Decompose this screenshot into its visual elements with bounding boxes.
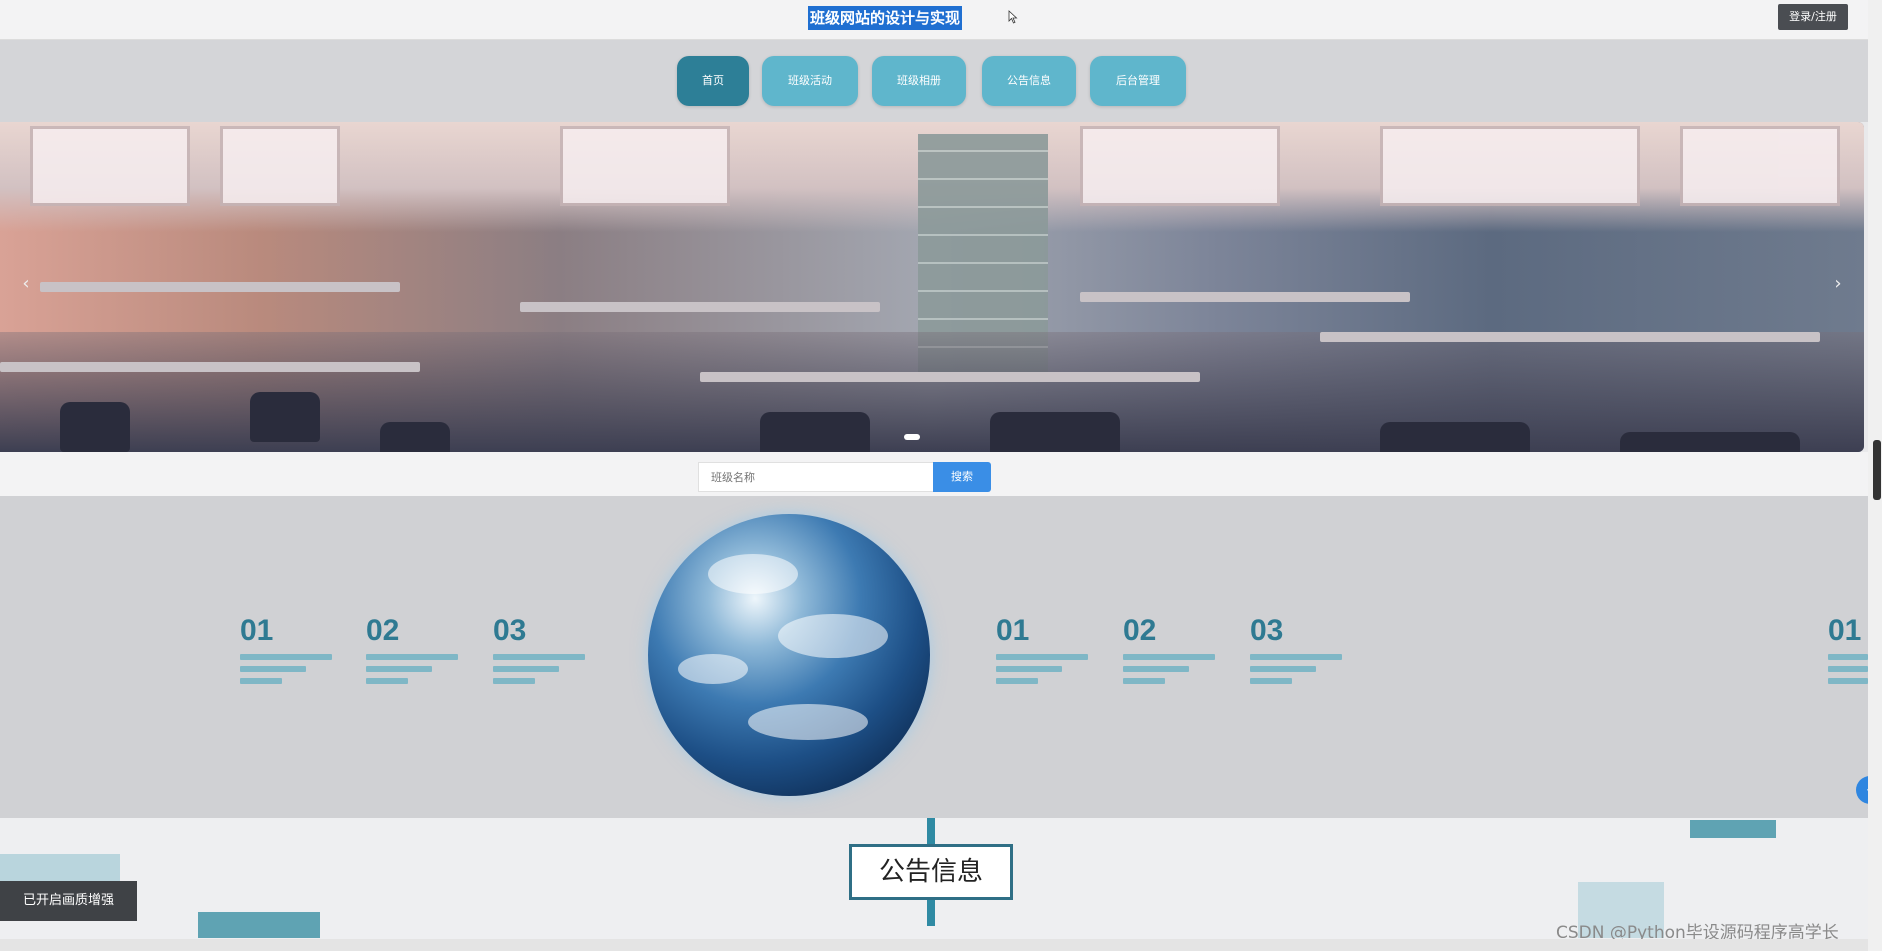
stat-line: [1123, 654, 1215, 660]
globe-cloud: [678, 654, 748, 684]
stat-line: [1250, 666, 1316, 672]
page: 班级网站的设计与实现 登录/注册 首页 班级活动 班级相册 公告信息 后台管理: [0, 0, 1882, 951]
banner-chair: [760, 412, 870, 452]
stat-line: [1250, 678, 1292, 684]
stat-item: 01: [1828, 614, 1868, 684]
decorative-block: [198, 912, 320, 938]
horizontal-scrollbar[interactable]: [0, 939, 1868, 951]
stat-number: 03: [493, 614, 527, 647]
stat-line: [1828, 666, 1868, 672]
stat-number: 01: [996, 614, 1030, 647]
banner-desk: [1320, 332, 1820, 342]
stat-line: [493, 666, 559, 672]
nav-item-class-activities[interactable]: 班级活动: [762, 56, 858, 106]
banner-window: [1380, 126, 1640, 206]
banner-chair: [380, 422, 450, 452]
stat-line: [996, 654, 1088, 660]
stat-number: 01: [240, 614, 274, 647]
stat-item: 03: [493, 614, 593, 684]
stat-number: 02: [366, 614, 400, 647]
banner-desk: [40, 282, 400, 292]
banner-window: [560, 126, 730, 206]
chevron-left-icon[interactable]: ‹: [16, 272, 36, 296]
stat-line: [366, 654, 458, 660]
nav-item-class-album[interactable]: 班级相册: [872, 56, 966, 106]
site-title: 班级网站的设计与实现: [808, 6, 963, 30]
banner-desk: [0, 362, 420, 372]
globe-image: [648, 514, 930, 796]
stat-line: [1123, 678, 1165, 684]
search-button[interactable]: 搜索: [933, 462, 991, 492]
stat-line: [493, 654, 585, 660]
carousel-indicator[interactable]: [904, 434, 920, 440]
stat-line: [996, 678, 1038, 684]
banner-window: [1680, 126, 1840, 206]
stat-number: 02: [1123, 614, 1157, 647]
main-nav: 首页 班级活动 班级相册 公告信息 后台管理: [0, 40, 1868, 122]
stat-line: [366, 666, 432, 672]
banner-chair: [1380, 422, 1530, 452]
stat-item: 02: [1123, 614, 1223, 684]
banner-desk: [700, 372, 1200, 382]
banner-desk: [520, 302, 880, 312]
banner-chair: [990, 412, 1120, 452]
stat-item: 01: [996, 614, 1096, 684]
stat-item: 03: [1250, 614, 1350, 684]
globe-cloud: [748, 704, 868, 740]
globe-cloud: [778, 614, 888, 658]
stat-line: [1828, 654, 1868, 660]
stat-line: [1250, 654, 1342, 660]
stat-line: [240, 666, 306, 672]
stat-number: 01: [1828, 614, 1862, 647]
stat-item: 01: [240, 614, 340, 684]
quality-enhance-badge: 已开启画质增强: [0, 881, 137, 921]
banner-chair: [60, 402, 130, 452]
scrollbar-thumb[interactable]: [1873, 440, 1881, 500]
banner-window: [30, 126, 190, 206]
search-bar: 搜索: [0, 452, 1868, 496]
mouse-cursor-icon: [1008, 10, 1018, 24]
stat-item: 02: [366, 614, 466, 684]
stat-line: [996, 666, 1062, 672]
banner-window: [1080, 126, 1280, 206]
notice-section-title: 公告信息: [849, 844, 1013, 900]
feature-section: 01 02 03 01 02 03 01: [0, 496, 1868, 818]
decorative-block: [1690, 820, 1776, 838]
stat-number: 03: [1250, 614, 1284, 647]
globe-cloud: [708, 554, 798, 594]
stat-line: [240, 678, 282, 684]
stat-line: [366, 678, 408, 684]
banner-window: [220, 126, 340, 206]
login-register-button[interactable]: 登录/注册: [1778, 4, 1848, 30]
stat-line: [493, 678, 535, 684]
banner-chair: [250, 392, 320, 442]
chevron-right-icon[interactable]: ›: [1828, 272, 1848, 296]
nav-item-admin[interactable]: 后台管理: [1090, 56, 1186, 106]
banner-desk: [1080, 292, 1410, 302]
top-bar: 班级网站的设计与实现 登录/注册: [0, 0, 1868, 40]
banner-carousel[interactable]: ‹ ›: [0, 122, 1864, 452]
nav-item-home[interactable]: 首页: [677, 56, 749, 106]
search-input[interactable]: [698, 462, 934, 492]
stat-line: [1123, 666, 1189, 672]
nav-item-announcements[interactable]: 公告信息: [982, 56, 1076, 106]
stat-line: [240, 654, 332, 660]
banner-chair: [1620, 432, 1800, 452]
stat-line: [1828, 678, 1868, 684]
